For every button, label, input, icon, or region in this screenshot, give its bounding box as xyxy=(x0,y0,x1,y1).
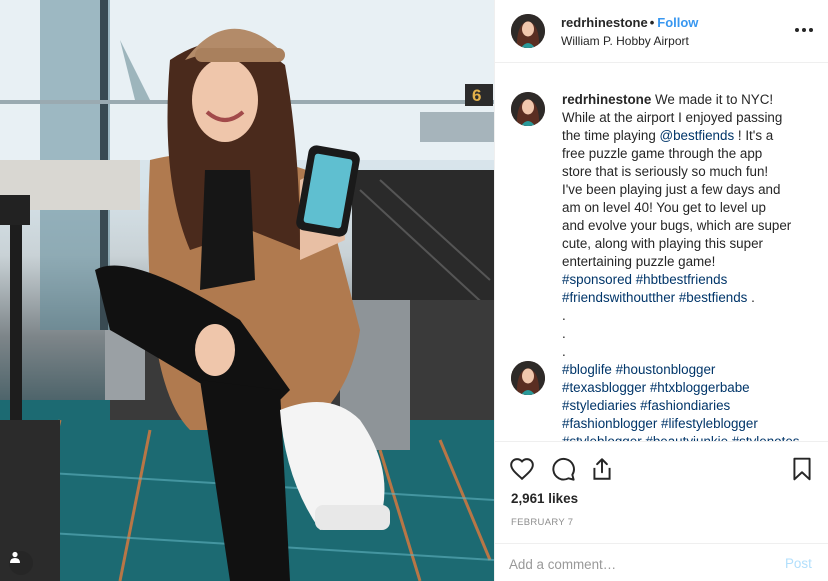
caption-line: I've been playing just a few days and xyxy=(562,182,781,197)
location-link[interactable]: William P. Hobby Airport xyxy=(561,34,689,48)
caption-line: While at the airport I enjoyed passing xyxy=(562,110,783,125)
post-comment-button[interactable]: Post xyxy=(785,556,812,571)
caption-text: redrhinestone We made it to NYC! While a… xyxy=(562,91,824,441)
comment-dot: . xyxy=(562,344,566,359)
svg-text:6: 6 xyxy=(472,86,481,105)
post-date[interactable]: FEBRUARY 7 xyxy=(511,517,573,528)
hashtag-link[interactable]: #texasblogger #htxbloggerbabe xyxy=(562,379,824,397)
hashtag-link[interactable]: #stylediaries #fashiondiaries xyxy=(562,397,824,415)
avatar-image xyxy=(511,14,545,48)
heart-icon xyxy=(510,458,534,481)
comment-input[interactable] xyxy=(509,554,769,574)
comment-dot: . xyxy=(562,326,566,341)
hashtag-link[interactable]: #friendswithoutther #bestfiends xyxy=(562,290,747,305)
post-actions: 2,961 likes FEBRUARY 7 Post xyxy=(495,441,828,581)
caption-line: We made it to NYC! xyxy=(655,92,774,107)
hashtag-link[interactable]: #fashionblogger #lifestyleblogger xyxy=(562,415,824,433)
caption-avatar[interactable] xyxy=(511,92,545,126)
post-header: redrhinestone • Follow William P. Hobby Ai… xyxy=(495,0,828,63)
hashtag-link[interactable]: #sponsored #hbtbestfriends xyxy=(562,271,824,289)
comment-avatar[interactable] xyxy=(511,361,545,395)
comment-icon xyxy=(552,457,575,481)
likes-count[interactable]: 2,961 likes xyxy=(511,491,578,506)
hashtag-link[interactable]: #styleblogger #beautyjunkie #stylenotes xyxy=(562,433,824,441)
caption-line: am on level 40! You get to level up xyxy=(562,200,766,215)
caption-line: cute, along with playing this super xyxy=(562,236,763,251)
share-icon xyxy=(593,458,611,480)
save-button[interactable] xyxy=(789,456,815,482)
add-comment-bar: Post xyxy=(495,543,828,581)
user-tag-icon xyxy=(10,551,20,563)
avatar-image xyxy=(511,361,545,395)
caption-line: entertaining puzzle game! xyxy=(562,254,716,269)
share-button[interactable] xyxy=(589,456,615,482)
post-side-panel: redrhinestone • Follow William P. Hobby Ai… xyxy=(494,0,828,581)
photo-illustration: 6 xyxy=(0,0,494,581)
separator-dot: • xyxy=(649,15,655,30)
mention-link[interactable]: @bestfiends xyxy=(660,128,735,143)
more-options-icon xyxy=(795,28,813,32)
comment-dot: . xyxy=(562,308,566,323)
hashtag-link[interactable]: #bloglife #houstonblogger xyxy=(562,361,824,379)
header-username[interactable]: redrhinestone xyxy=(561,15,648,30)
avatar[interactable] xyxy=(511,14,545,48)
comment-text: . xyxy=(747,290,755,305)
caption-username[interactable]: redrhinestone xyxy=(562,92,651,107)
caption-line: ! It's a xyxy=(734,128,774,143)
like-button[interactable] xyxy=(509,456,535,482)
header-username-row: redrhinestone • Follow xyxy=(561,15,698,30)
comments-section[interactable]: redrhinestone We made it to NYC! While a… xyxy=(495,64,828,441)
caption-line: the time playing xyxy=(562,128,660,143)
bookmark-icon xyxy=(793,457,811,481)
caption-line: store that is seriously so much fun! xyxy=(562,164,769,179)
more-options-button[interactable] xyxy=(793,20,815,40)
avatar-image xyxy=(511,92,545,126)
comment-button[interactable] xyxy=(550,456,576,482)
caption-line: and evolve your bugs, which are super xyxy=(562,218,792,233)
user-tag-button[interactable] xyxy=(9,551,33,575)
follow-button[interactable]: Follow xyxy=(657,15,698,30)
post-photo[interactable]: 6 xyxy=(0,0,494,581)
caption-line: free puzzle game through the app xyxy=(562,146,763,161)
